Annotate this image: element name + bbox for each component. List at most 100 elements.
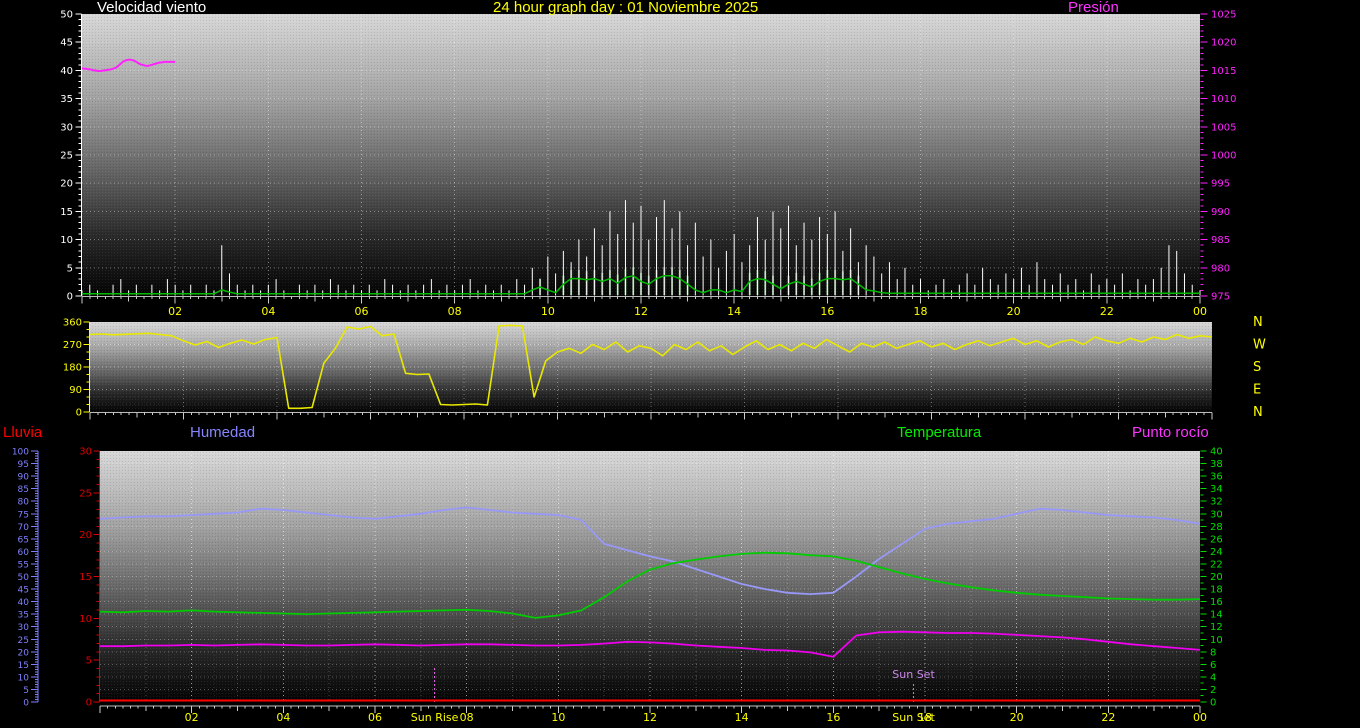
hour-label: 22 (1101, 711, 1115, 724)
axis-tick-label: 70 (18, 523, 30, 533)
axis-tick-label: 85 (18, 485, 29, 495)
axis-tick-label: 1010 (1211, 94, 1236, 105)
axis-tick-label: 995 (1211, 179, 1230, 190)
axis-tick-label: 40 (18, 598, 30, 608)
axis-tick-label: 0 (76, 408, 82, 419)
axis-tick-label: 45 (18, 586, 29, 596)
axis-tick-label: 1020 (1211, 38, 1236, 49)
axis-tick-label: 12 (1210, 622, 1223, 633)
compass-label: N (1253, 315, 1263, 330)
compass-label: S (1253, 360, 1261, 375)
hour-label: 02 (185, 711, 199, 724)
axis-tick-label: 75 (18, 510, 29, 520)
axis-tick-label: 180 (63, 363, 82, 374)
axis-tick-label: 5 (67, 263, 73, 274)
axis-tick-label: 5 (23, 686, 29, 696)
axis-tick-label: 36 (1210, 472, 1223, 483)
axis-tick-label: 24 (1210, 547, 1223, 558)
axis-tick-label: 50 (18, 573, 30, 583)
axis-tick-label: 975 (1211, 292, 1230, 303)
axis-tick-label: 15 (60, 207, 73, 218)
hour-label: 16 (826, 711, 840, 724)
axis-tick-label: 35 (60, 94, 73, 105)
axis-tick-label: 1025 (1211, 10, 1236, 21)
axis-tick-label: 1005 (1211, 122, 1236, 133)
weather-charts-canvas: 0510152025303540455097598098599099510001… (0, 0, 1360, 728)
axis-tick-label: 0 (67, 292, 73, 303)
axis-tick-label: 15 (18, 661, 29, 671)
axis-tick-label: 20 (79, 530, 92, 541)
axis-tick-label: 45 (60, 38, 73, 49)
axis-tick-label: 14 (1210, 610, 1223, 621)
axis-tick-label: 90 (69, 385, 82, 396)
dewpoint-header: Punto rocío (1132, 425, 1209, 440)
axis-tick-label: 34 (1210, 484, 1223, 495)
hour-label: 06 (355, 305, 369, 318)
humidity-temperature-chart: Sun Set051015202530354045505560657075808… (12, 447, 1223, 725)
axis-tick-label: 80 (18, 498, 30, 508)
hour-label: 16 (820, 305, 834, 318)
axis-tick-label: 35 (18, 611, 29, 621)
hour-label: 14 (735, 711, 749, 724)
axis-tick-label: 95 (18, 460, 29, 470)
sunset-inplot-label: Sun Set (892, 668, 935, 681)
axis-tick-label: 0 (86, 698, 92, 709)
axis-tick-label: 20 (60, 179, 73, 190)
axis-tick-label: 0 (23, 699, 29, 709)
axis-tick-label: 10 (1210, 635, 1223, 646)
compass-label: N (1253, 405, 1263, 420)
hour-label: 14 (727, 305, 741, 318)
axis-tick-label: 60 (18, 548, 30, 558)
hour-label: 20 (1010, 711, 1024, 724)
hour-label: 02 (168, 305, 182, 318)
hour-label: 06 (368, 711, 382, 724)
hour-label: 12 (634, 305, 648, 318)
rain-header: Lluvia (3, 425, 42, 440)
axis-tick-label: 1015 (1211, 66, 1236, 77)
axis-tick-label: 50 (60, 10, 73, 21)
hour-label: 10 (551, 711, 565, 724)
axis-tick-label: 8 (1210, 647, 1216, 658)
axis-tick-label: 1000 (1211, 151, 1236, 162)
hour-label: 12 (643, 711, 657, 724)
axis-tick-label: 4 (1210, 672, 1216, 683)
hour-label: 22 (1100, 305, 1114, 318)
hour-label: 00 (1193, 711, 1207, 724)
axis-tick-label: 6 (1210, 660, 1216, 671)
axis-tick-label: 26 (1210, 534, 1223, 545)
axis-tick-label: 10 (18, 673, 30, 683)
axis-tick-label: 16 (1210, 597, 1223, 608)
axis-tick-label: 0 (1210, 698, 1216, 709)
hour-label: 08 (448, 305, 462, 318)
axis-tick-label: 25 (79, 488, 92, 499)
hour-label: 00 (1193, 305, 1207, 318)
temperature-header: Temperatura (897, 425, 981, 440)
axis-tick-label: 90 (18, 473, 30, 483)
axis-tick-label: 25 (18, 636, 29, 646)
humidity-header: Humedad (190, 425, 255, 440)
axis-tick-label: 18 (1210, 585, 1223, 596)
axis-tick-label: 28 (1210, 522, 1223, 533)
axis-tick-label: 30 (18, 623, 30, 633)
axis-tick-label: 2 (1210, 685, 1216, 696)
axis-tick-label: 22 (1210, 559, 1223, 570)
axis-tick-label: 10 (60, 235, 73, 246)
axis-tick-label: 990 (1211, 207, 1230, 218)
axis-tick-label: 100 (12, 448, 29, 458)
hour-label: 20 (1007, 305, 1021, 318)
axis-tick-label: 40 (60, 66, 73, 77)
axis-tick-label: 25 (60, 151, 73, 162)
sunset-axis-label: Sun Set (892, 711, 935, 724)
axis-tick-label: 38 (1210, 459, 1223, 470)
weather-graph-page: { "page_title": "24 hour graph day : 01 … (0, 0, 1360, 728)
axis-tick-label: 5 (86, 656, 92, 667)
axis-tick-label: 15 (79, 572, 92, 583)
axis-tick-label: 32 (1210, 497, 1223, 508)
axis-tick-label: 985 (1211, 235, 1230, 246)
page-title: 24 hour graph day : 01 Noviembre 2025 (493, 0, 758, 15)
axis-tick-label: 40 (1210, 447, 1223, 458)
pressure-header: Presión (1068, 0, 1119, 15)
axis-tick-label: 980 (1211, 263, 1230, 274)
axis-tick-label: 65 (18, 535, 29, 545)
hour-label: 10 (541, 305, 555, 318)
